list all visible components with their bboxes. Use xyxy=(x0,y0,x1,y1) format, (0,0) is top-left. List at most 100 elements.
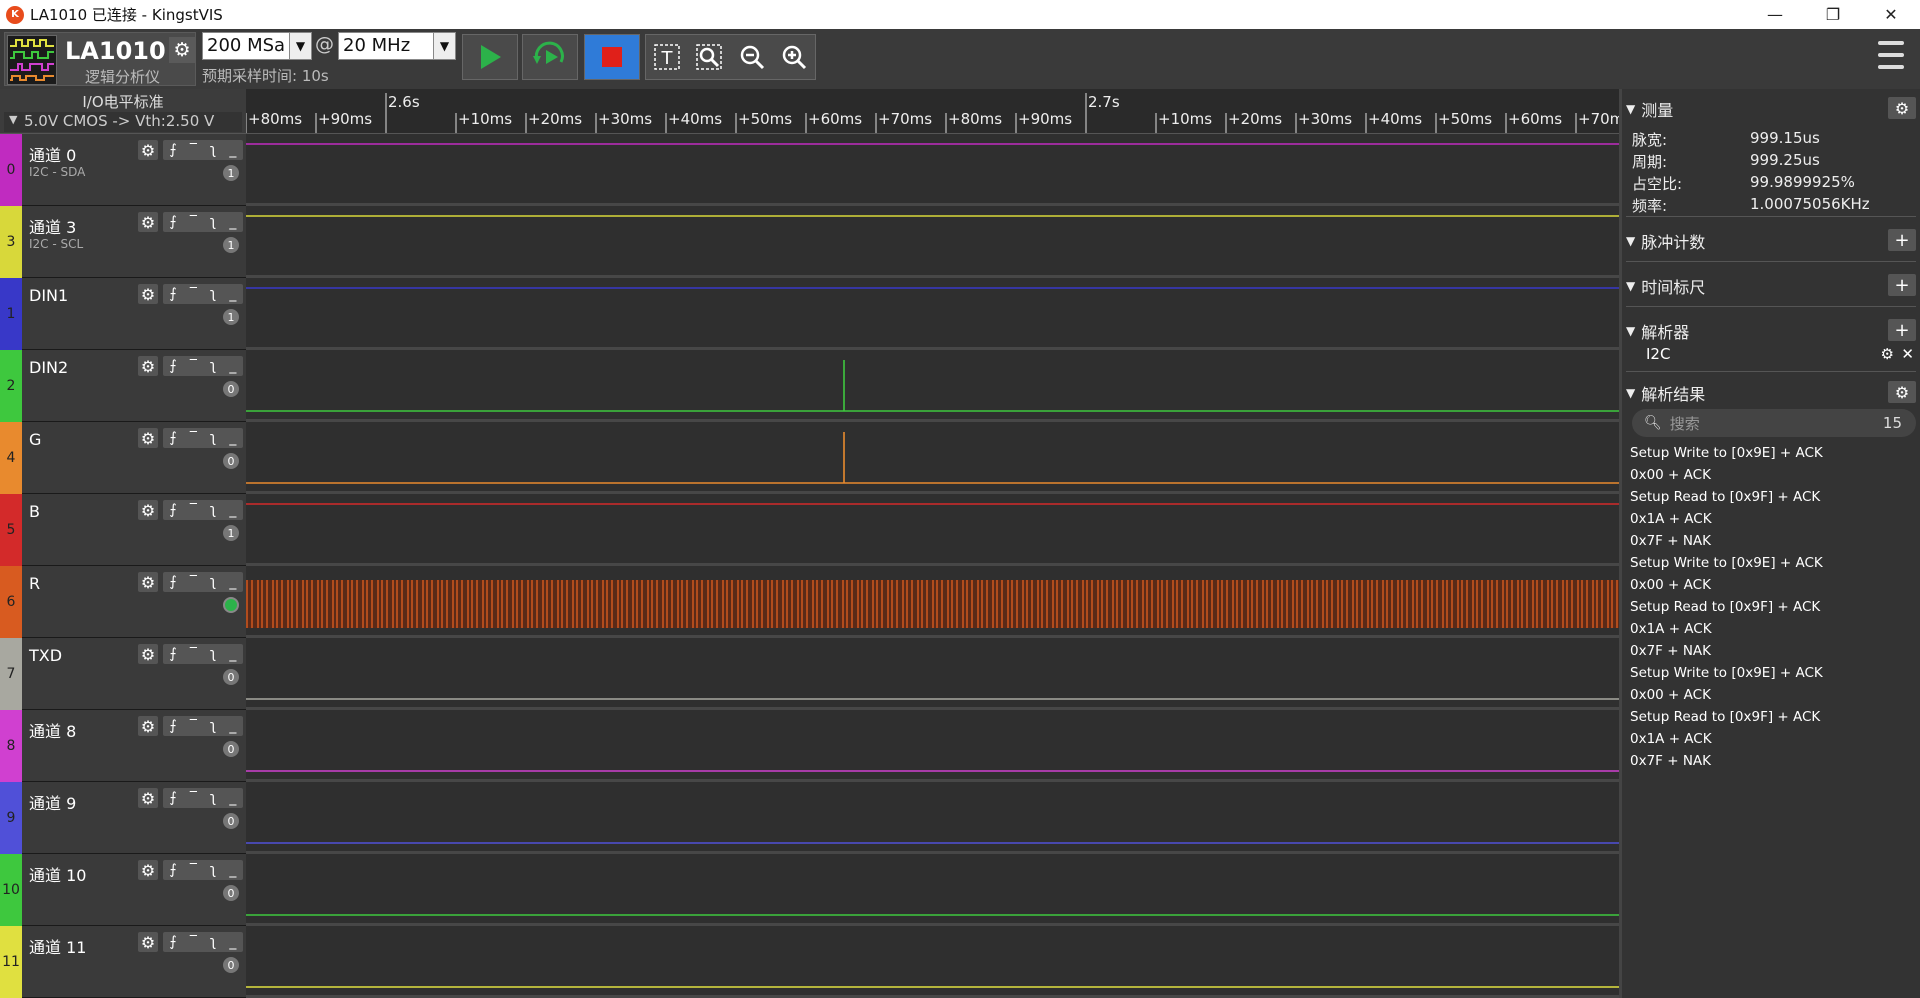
rising-edge-trigger-icon[interactable]: ⨍ xyxy=(170,502,177,518)
time-ruler[interactable]: +80ms +90ms 2.6s +10ms +20ms +30ms +40ms +50ms +… xyxy=(245,89,1624,134)
rising-edge-trigger-icon[interactable]: ⨍ xyxy=(170,358,177,374)
result-item[interactable]: 0x00 + ACK xyxy=(1630,467,1711,483)
low-level-trigger-icon[interactable]: _ xyxy=(229,862,236,878)
results-search-input[interactable]: 搜索 xyxy=(1670,413,1700,434)
channel-name[interactable]: B xyxy=(29,502,40,521)
result-item[interactable]: Setup Write to [0x9E] + ACK xyxy=(1630,665,1823,681)
minimize-button[interactable]: — xyxy=(1746,0,1804,29)
result-item[interactable]: Setup Write to [0x9E] + ACK xyxy=(1630,445,1823,461)
channel-settings-button[interactable]: ⚙ xyxy=(138,644,158,664)
text-tool-button[interactable]: T xyxy=(649,39,685,75)
falling-edge-trigger-icon[interactable]: ʅ xyxy=(210,646,216,662)
low-level-trigger-icon[interactable]: _ xyxy=(229,574,236,590)
channel-color-tab[interactable]: 2 xyxy=(0,350,22,422)
channel-name[interactable]: 通道 3 xyxy=(29,214,76,238)
channel-settings-button[interactable]: ⚙ xyxy=(138,284,158,304)
waveform-lane[interactable] xyxy=(246,278,1619,350)
channel-name[interactable]: 通道 10 xyxy=(29,862,86,886)
results-settings-button[interactable]: ⚙ xyxy=(1888,381,1916,403)
waveform-lane[interactable] xyxy=(246,494,1619,566)
waveform-lane[interactable] xyxy=(246,350,1619,422)
device-settings-button[interactable]: ⚙ xyxy=(169,37,195,63)
pulse-count-header[interactable]: ▼ 脉冲计数 xyxy=(1626,229,1916,253)
high-level-trigger-icon[interactable]: ‾ xyxy=(190,934,197,950)
rising-edge-trigger-icon[interactable]: ⨍ xyxy=(170,142,177,158)
channel-row[interactable]: 5 B ⚙ ⨍ ‾ ʅ _ 1 xyxy=(0,494,246,566)
rising-edge-trigger-icon[interactable]: ⨍ xyxy=(170,286,177,302)
rising-edge-trigger-icon[interactable]: ⨍ xyxy=(170,862,177,878)
high-level-trigger-icon[interactable]: ‾ xyxy=(190,646,197,662)
waveform-lane[interactable] xyxy=(246,206,1619,278)
channel-settings-button[interactable]: ⚙ xyxy=(138,860,158,880)
channel-color-tab[interactable]: 11 xyxy=(0,926,22,998)
high-level-trigger-icon[interactable]: ‾ xyxy=(190,574,197,590)
falling-edge-trigger-icon[interactable]: ʅ xyxy=(210,286,216,302)
high-level-trigger-icon[interactable]: ‾ xyxy=(190,358,197,374)
menu-button[interactable] xyxy=(1878,41,1904,69)
waveform-lane[interactable] xyxy=(246,710,1619,782)
channel-row[interactable]: 7 TXD ⚙ ⨍ ‾ ʅ _ 0 xyxy=(0,638,246,710)
channel-row[interactable]: 4 G ⚙ ⨍ ‾ ʅ _ 0 xyxy=(0,422,246,494)
falling-edge-trigger-icon[interactable]: ʅ xyxy=(210,574,216,590)
analyzer-remove-icon[interactable]: ✕ xyxy=(1901,345,1914,363)
low-level-trigger-icon[interactable]: _ xyxy=(229,358,236,374)
high-level-trigger-icon[interactable]: ‾ xyxy=(190,502,197,518)
result-item[interactable]: Setup Write to [0x9E] + ACK xyxy=(1630,555,1823,571)
sample-rate-select[interactable]: 20 MHz ▼ xyxy=(338,32,456,60)
falling-edge-trigger-icon[interactable]: ʅ xyxy=(210,358,216,374)
waveform-lane[interactable] xyxy=(246,422,1619,494)
result-item[interactable]: 0x00 + ACK xyxy=(1630,577,1711,593)
channel-name[interactable]: 通道 9 xyxy=(29,790,76,814)
measure-settings-button[interactable]: ⚙ xyxy=(1888,97,1916,119)
rising-edge-trigger-icon[interactable]: ⨍ xyxy=(170,646,177,662)
waveform-lane[interactable] xyxy=(246,926,1619,998)
rising-edge-trigger-icon[interactable]: ⨍ xyxy=(170,574,177,590)
low-level-trigger-icon[interactable]: _ xyxy=(229,502,236,518)
results-search-box[interactable]: 🔍︎ 搜索 15 xyxy=(1632,409,1916,437)
channel-settings-button[interactable]: ⚙ xyxy=(138,572,158,592)
channel-settings-button[interactable]: ⚙ xyxy=(138,212,158,232)
channel-name[interactable]: 通道 8 xyxy=(29,718,76,742)
channel-color-tab[interactable]: 10 xyxy=(0,854,22,926)
channel-color-tab[interactable]: 7 xyxy=(0,638,22,710)
high-level-trigger-icon[interactable]: ‾ xyxy=(190,430,197,446)
waveform-lane[interactable] xyxy=(246,566,1619,638)
time-ruler-header[interactable]: ▼ 时间标尺 xyxy=(1626,274,1916,298)
channel-row[interactable]: 10 通道 10 ⚙ ⨍ ‾ ʅ _ 0 xyxy=(0,854,246,926)
measure-header[interactable]: ▼ 测量 xyxy=(1626,97,1916,121)
rising-edge-trigger-icon[interactable]: ⨍ xyxy=(170,934,177,950)
channel-settings-button[interactable]: ⚙ xyxy=(138,788,158,808)
add-time-ruler-button[interactable]: + xyxy=(1888,274,1916,296)
falling-edge-trigger-icon[interactable]: ʅ xyxy=(210,718,216,734)
channel-color-tab[interactable]: 6 xyxy=(0,566,22,638)
restore-button[interactable]: ❐ xyxy=(1804,0,1862,29)
low-level-trigger-icon[interactable]: _ xyxy=(229,934,236,950)
high-level-trigger-icon[interactable]: ‾ xyxy=(190,286,197,302)
result-item[interactable]: 0x1A + ACK xyxy=(1630,511,1712,527)
channel-name[interactable]: 通道 11 xyxy=(29,934,86,958)
result-item[interactable]: 0x7F + NAK xyxy=(1630,533,1711,549)
channel-color-tab[interactable]: 1 xyxy=(0,278,22,350)
channel-name[interactable]: 通道 0 xyxy=(29,142,76,166)
falling-edge-trigger-icon[interactable]: ʅ xyxy=(210,934,216,950)
channel-color-tab[interactable]: 4 xyxy=(0,422,22,494)
rising-edge-trigger-icon[interactable]: ⨍ xyxy=(170,790,177,806)
channel-color-tab[interactable]: 9 xyxy=(0,782,22,854)
falling-edge-trigger-icon[interactable]: ʅ xyxy=(210,502,216,518)
channel-name[interactable]: DIN2 xyxy=(29,358,68,377)
waveform-lane[interactable] xyxy=(246,854,1619,926)
analyzer-item[interactable]: I2C ⚙ ✕ xyxy=(1626,345,1916,367)
zoom-in-button[interactable] xyxy=(776,39,812,75)
channel-name[interactable]: R xyxy=(29,574,40,593)
channel-settings-button[interactable]: ⚙ xyxy=(138,356,158,376)
low-level-trigger-icon[interactable]: _ xyxy=(229,646,236,662)
repeat-start-button[interactable] xyxy=(522,34,578,80)
waveform-area[interactable] xyxy=(246,134,1619,998)
result-item[interactable]: 0x7F + NAK xyxy=(1630,643,1711,659)
falling-edge-trigger-icon[interactable]: ʅ xyxy=(210,862,216,878)
result-item[interactable]: 0x00 + ACK xyxy=(1630,687,1711,703)
channel-row[interactable]: 3 通道 3 I2C - SCL ⚙ ⨍ ‾ ʅ _ 1 xyxy=(0,206,246,278)
channel-row[interactable]: 1 DIN1 ⚙ ⨍ ‾ ʅ _ 1 xyxy=(0,278,246,350)
low-level-trigger-icon[interactable]: _ xyxy=(229,430,236,446)
add-pulse-count-button[interactable]: + xyxy=(1888,229,1916,251)
